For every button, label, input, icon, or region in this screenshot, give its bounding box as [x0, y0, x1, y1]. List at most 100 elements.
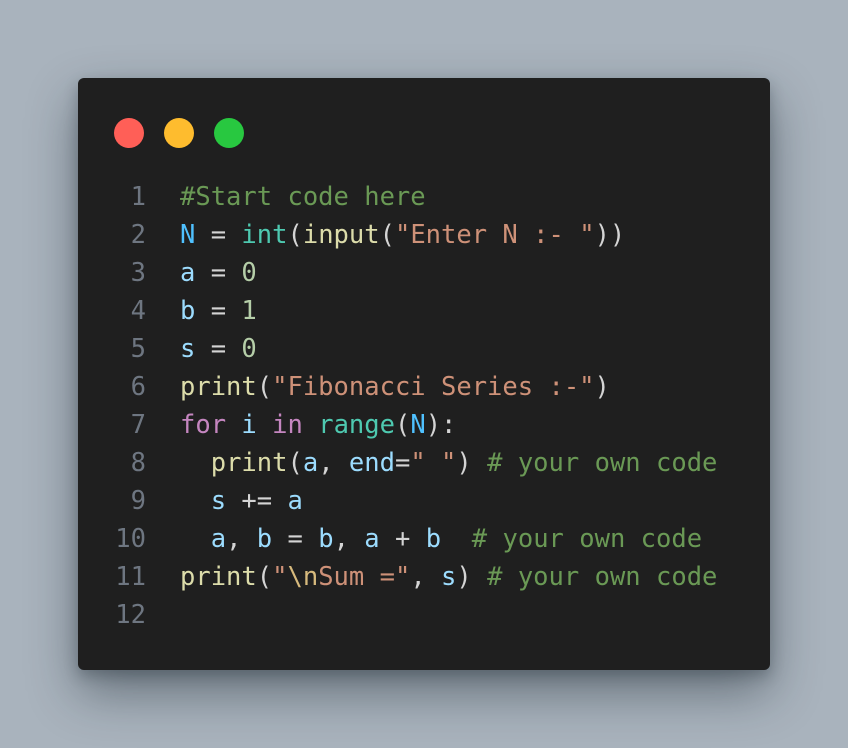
code-token: (	[287, 220, 303, 250]
code-token: b	[180, 296, 196, 326]
code-token: ,	[410, 562, 442, 592]
code-token: ,	[226, 524, 257, 554]
code-token: N	[180, 220, 196, 250]
code-token: =	[394, 448, 411, 478]
code-token: in	[272, 410, 303, 440]
line-number: 4	[130, 296, 146, 326]
line-number: 6	[130, 372, 146, 402]
line-number: 1	[130, 182, 146, 212]
code-token: a	[302, 448, 319, 478]
line-source: print("Fibonacci Series :-")	[180, 368, 610, 406]
code-line: 11 print("\nSum =", s) # your own code	[78, 558, 770, 596]
code-token: )	[594, 372, 610, 402]
code-token: print	[180, 562, 257, 592]
line-number: 7	[130, 410, 146, 440]
code-token: #Start code here	[180, 182, 426, 212]
code-line: 4 b = 1	[78, 292, 770, 330]
code-line: 8 print(a, end=" ") # your own code	[78, 444, 770, 482]
code-line: 7 for i in range(N):	[78, 406, 770, 444]
code-token: b	[256, 524, 273, 554]
line-number: 10	[115, 524, 146, 554]
code-token: ,	[333, 524, 365, 554]
code-token: +=	[226, 486, 288, 516]
maximize-button[interactable]	[214, 118, 244, 148]
code-token: =	[272, 524, 319, 554]
code-token: ):	[425, 410, 457, 440]
line-source: s = 0	[180, 330, 257, 368]
code-token: +	[379, 524, 426, 554]
code-token: (	[256, 372, 273, 402]
close-button[interactable]	[114, 118, 144, 148]
code-token: a	[364, 524, 380, 554]
line-number: 11	[115, 562, 146, 592]
line-source: N = int(input("Enter N :- "))	[180, 216, 625, 254]
code-token: ,	[318, 448, 349, 478]
code-token: print	[180, 372, 257, 402]
code-token: # your own code	[487, 562, 718, 592]
code-token: 0	[241, 258, 257, 288]
code-token: =	[195, 258, 242, 288]
code-token: ))	[594, 220, 626, 250]
line-source: #Start code here	[180, 178, 426, 216]
code-line: 6 print("Fibonacci Series :-")	[78, 368, 770, 406]
code-token: )	[456, 448, 488, 478]
code-token: "Enter N :- "	[394, 220, 595, 250]
code-token: end	[348, 448, 395, 478]
line-source: for i in range(N):	[180, 406, 456, 444]
code-token: (	[394, 410, 411, 440]
code-token: # your own code	[487, 448, 718, 478]
code-token: input	[302, 220, 380, 250]
code-window: 1 #Start code here 2 N = int(input("Enter N…	[78, 78, 770, 670]
code-token: int	[241, 220, 288, 250]
code-editor: 1 #Start code here 2 N = int(input("Enter N…	[78, 178, 770, 634]
code-token: 0	[241, 334, 257, 364]
line-number: 8	[130, 448, 146, 478]
code-line: 9 s += a	[78, 482, 770, 520]
code-token: range	[318, 410, 395, 440]
code-token: s	[210, 486, 227, 516]
line-number: 3	[130, 258, 146, 288]
minimize-button[interactable]	[164, 118, 194, 148]
code-token: b	[318, 524, 334, 554]
code-token: Sum ="	[318, 562, 411, 592]
code-token: for	[180, 410, 227, 440]
line-number: 2	[130, 220, 146, 250]
code-token: =	[195, 220, 242, 250]
line-source: a, b = b, a + b # your own code	[180, 520, 702, 558]
line-number: 5	[130, 334, 146, 364]
code-token: =	[195, 334, 242, 364]
line-source: a = 0	[180, 254, 257, 292]
code-line: 5 s = 0	[78, 330, 770, 368]
code-token: # your own code	[471, 524, 703, 554]
code-token: "Fibonacci Series :-"	[272, 372, 595, 402]
code-token: s	[441, 562, 457, 592]
code-token: )	[456, 562, 488, 592]
code-token: b	[425, 524, 442, 554]
code-token: 1	[241, 296, 257, 326]
code-token: N	[410, 410, 426, 440]
code-line: 12	[78, 596, 770, 634]
code-token: a	[287, 486, 303, 516]
code-token: " "	[410, 448, 457, 478]
code-line: 10 a, b = b, a + b # your own code	[78, 520, 770, 558]
code-token: =	[195, 296, 242, 326]
code-token: i	[241, 410, 257, 440]
code-token: a	[180, 258, 196, 288]
code-line: 2N = int(input("Enter N :- "))	[78, 216, 770, 254]
code-token: \n	[287, 562, 319, 592]
code-token: (	[287, 448, 303, 478]
line-source: print(a, end=" ") # your own code	[180, 444, 718, 482]
code-token: (	[256, 562, 273, 592]
code-token: print	[210, 448, 288, 478]
line-source: b = 1	[180, 292, 257, 330]
code-token: "	[272, 562, 288, 592]
line-source: print("\nSum =", s) # your own code	[180, 558, 717, 596]
line-number: 12	[115, 600, 146, 630]
